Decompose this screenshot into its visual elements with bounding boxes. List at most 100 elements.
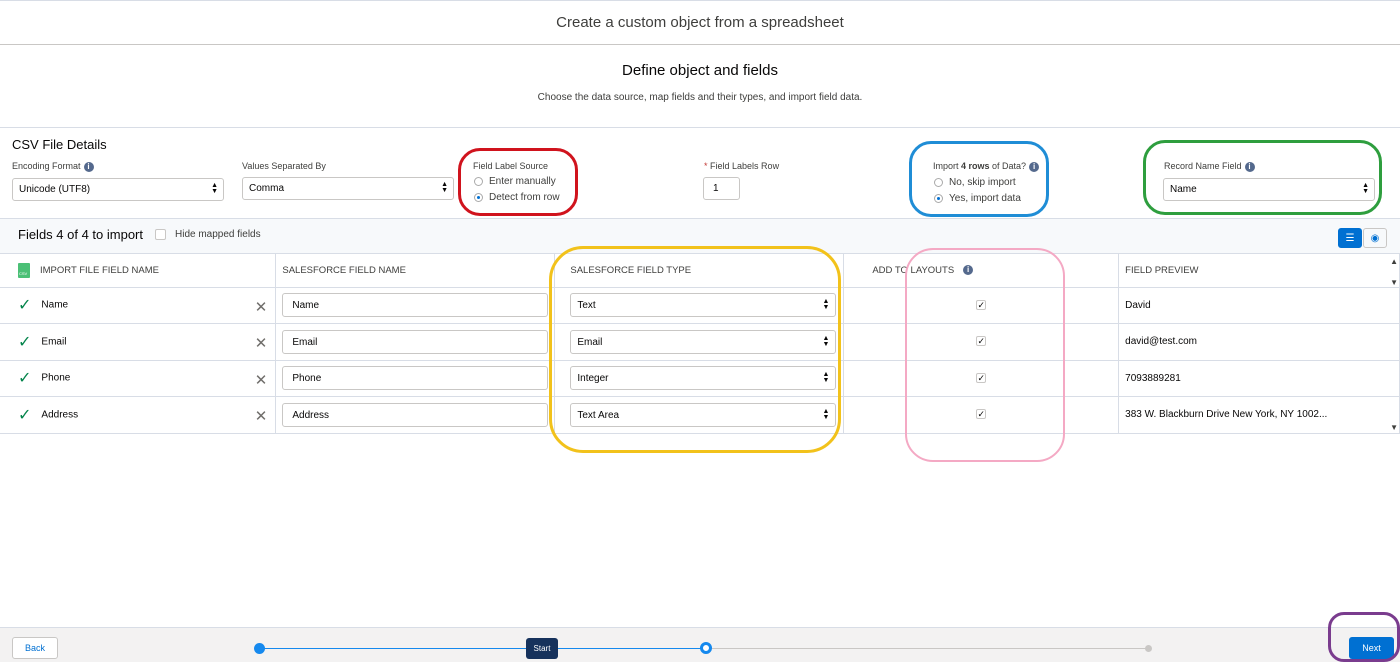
separator-label: Values Separated By	[242, 161, 326, 171]
progress-step-1-dot[interactable]	[254, 643, 265, 654]
preview-cell: David	[1118, 287, 1400, 324]
remove-icon[interactable]: ✕	[255, 298, 268, 316]
add-layout-cell: ✓	[843, 287, 1120, 324]
encoding-label: Encoding Format i	[12, 161, 94, 172]
sf-name-cell: Address	[275, 396, 556, 434]
hide-mapped-checkbox[interactable]	[155, 229, 166, 240]
next-button[interactable]: Next	[1349, 637, 1394, 659]
remove-icon[interactable]: ✕	[255, 371, 268, 389]
sf-type-select[interactable]: Text ▲ ▼	[570, 293, 837, 318]
csv-file-icon	[18, 262, 30, 278]
sf-name-input[interactable]: Address	[282, 402, 549, 427]
list-view-button[interactable]: ☰	[1338, 228, 1362, 248]
info-icon[interactable]: i	[963, 265, 974, 276]
radio-detect-from-row[interactable]: Detect from row	[474, 192, 560, 203]
list-icon: ☰	[1345, 232, 1355, 244]
select-arrows-icon: ▲ ▼	[1362, 182, 1369, 195]
info-icon[interactable]: i	[1244, 161, 1255, 172]
sf-name-cell: Phone	[275, 360, 556, 397]
remove-icon[interactable]: ✕	[255, 407, 268, 425]
eye-icon: ◉	[1370, 232, 1380, 244]
checkmark-icon: ✓	[18, 370, 32, 388]
sf-type-cell: Integer ▲ ▼	[554, 360, 845, 397]
preview-cell: 7093889281	[1118, 360, 1400, 397]
col-import-name: IMPORT FILE FIELD NAME	[0, 254, 277, 288]
fields-table: IMPORT FILE FIELD NAME SALESFORCE FIELD …	[0, 254, 1400, 434]
sf-name-input[interactable]: Phone	[282, 366, 549, 391]
sf-type-cell: Email ▲ ▼	[554, 323, 845, 361]
separator-select[interactable]: Comma ▲ ▼	[242, 177, 454, 200]
sf-type-cell: Text ▲ ▼	[554, 287, 845, 324]
checkmark-icon: ✓	[18, 333, 32, 351]
checkmark-icon: ✓	[18, 406, 32, 424]
labels-row-input[interactable]: 1	[703, 177, 740, 200]
progress-step-3-dot[interactable]	[1145, 645, 1152, 652]
add-to-layout-checkbox[interactable]: ✓	[976, 372, 987, 383]
table-row: ✓ Phone ✕ Phone Integer ▲ ▼ ✓ 7093889281	[0, 360, 1400, 397]
select-arrows-icon: ▲ ▼	[822, 298, 830, 312]
hide-mapped-label: Hide mapped fields	[175, 229, 261, 240]
import-field-cell: ✓ Phone ✕	[0, 360, 277, 397]
radio-enter-manually[interactable]: Enter manually	[474, 176, 556, 187]
select-arrows-icon: ▲ ▼	[822, 407, 830, 421]
import-rows-label: Import 4 rows of Data? i	[933, 161, 1040, 172]
info-icon[interactable]: i	[83, 161, 94, 172]
divider	[0, 127, 1400, 128]
progress-step-2-dot[interactable]	[700, 642, 712, 654]
radio-icon	[934, 194, 943, 203]
modal-title: Create a custom object from a spreadshee…	[556, 14, 844, 31]
select-arrows-icon: ▲ ▼	[822, 371, 830, 385]
progress-line-complete	[262, 648, 703, 649]
label-source-label: Field Label Source	[473, 161, 549, 171]
import-field-cell: ✓ Address ✕	[0, 396, 277, 434]
col-add-to-layouts: ADD TO LAYOUTS i	[843, 254, 1120, 288]
section-subtitle: Choose the data source, map fields and t…	[537, 92, 863, 103]
encoding-select[interactable]: Unicode (UTF8) ▲ ▼	[12, 178, 224, 201]
progress-line-remaining	[709, 648, 1149, 649]
radio-import-data[interactable]: Yes, import data	[934, 193, 1021, 204]
checkmark-icon: ✓	[18, 297, 32, 315]
radio-icon	[474, 177, 483, 186]
back-button[interactable]: Back	[12, 637, 58, 659]
import-field-cell: ✓ Name ✕	[0, 287, 277, 324]
preview-cell: david@test.com	[1118, 323, 1400, 361]
add-layout-cell: ✓	[843, 360, 1120, 397]
add-to-layout-checkbox[interactable]: ✓	[976, 409, 987, 420]
sf-name-input[interactable]: Name	[282, 293, 549, 318]
add-to-layout-checkbox[interactable]: ✓	[976, 336, 987, 347]
table-row: ✓ Address ✕ Address Text Area ▲ ▼ ✓ 383 W. B…	[0, 396, 1400, 434]
preview-cell: 383 W. Blackburn Drive New York, NY 1002…	[1118, 396, 1400, 434]
sf-name-cell: Name	[275, 287, 556, 324]
modal-header: Create a custom object from a spreadshee…	[0, 0, 1400, 45]
sf-type-select[interactable]: Integer ▲ ▼	[570, 366, 837, 391]
table-header-row: IMPORT FILE FIELD NAME SALESFORCE FIELD …	[0, 254, 1400, 288]
record-name-select[interactable]: Name ▲ ▼	[1163, 178, 1375, 201]
remove-icon[interactable]: ✕	[255, 334, 268, 352]
sf-name-input[interactable]: Email	[282, 329, 549, 354]
select-arrows-icon: ▲ ▼	[441, 181, 448, 194]
scroll-down-icon[interactable]: ▼	[1390, 278, 1398, 287]
sf-type-cell: Text Area ▲ ▼	[554, 396, 845, 434]
radio-skip-import[interactable]: No, skip import	[934, 177, 1016, 188]
sf-type-select[interactable]: Text Area ▲ ▼	[570, 402, 837, 427]
scroll-bottom-icon[interactable]: ▼	[1390, 423, 1398, 432]
fields-title: Fields 4 of 4 to import	[18, 227, 143, 242]
info-icon[interactable]: i	[1029, 161, 1040, 172]
select-arrows-icon: ▲ ▼	[211, 182, 218, 195]
progress-tooltip: Start	[526, 638, 558, 659]
add-to-layout-checkbox[interactable]: ✓	[976, 299, 987, 310]
preview-view-button[interactable]: ◉	[1363, 228, 1387, 248]
add-layout-cell: ✓	[843, 323, 1120, 361]
sf-type-select[interactable]: Email ▲ ▼	[570, 329, 837, 354]
radio-icon	[934, 178, 943, 187]
col-sf-name: SALESFORCE FIELD NAME	[275, 254, 556, 288]
import-field-cell: ✓ Email ✕	[0, 323, 277, 361]
radio-icon	[474, 193, 483, 202]
add-layout-cell: ✓	[843, 396, 1120, 434]
table-row: ✓ Name ✕ Name Text ▲ ▼ ✓ David	[0, 287, 1400, 324]
col-field-preview: FIELD PREVIEW	[1118, 254, 1400, 288]
sf-name-cell: Email	[275, 323, 556, 361]
select-arrows-icon: ▲ ▼	[822, 334, 830, 348]
scroll-up-icon[interactable]: ▲	[1390, 257, 1398, 266]
section-title: Define object and fields	[622, 62, 778, 79]
